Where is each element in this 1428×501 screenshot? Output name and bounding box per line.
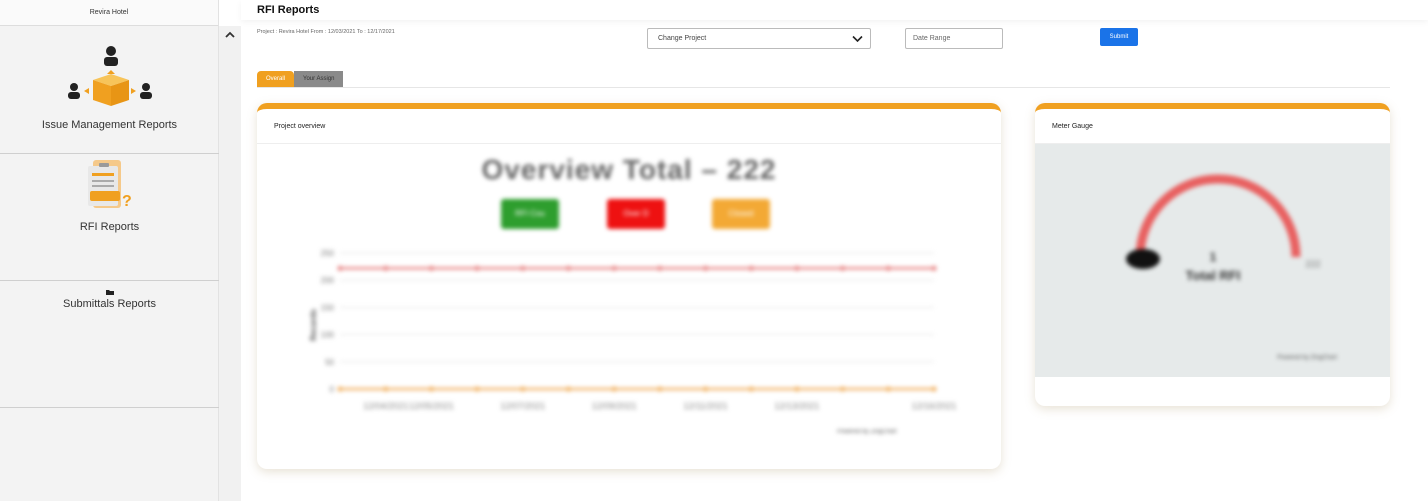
change-project-select[interactable]: Change Project — [647, 28, 871, 49]
y-tick-label: 50 — [325, 358, 334, 367]
tab-bar: Overall Your Assign — [257, 71, 344, 88]
series-point — [337, 386, 343, 392]
x-tick-label: 12/05/2021 — [409, 401, 454, 411]
series-point — [748, 265, 754, 271]
rfi-reports-icon: ? — [87, 160, 132, 210]
series-point — [885, 265, 891, 271]
powered-by-label: Powered by ZingChart — [1277, 355, 1337, 361]
series-point — [840, 265, 846, 271]
overview-total-heading: Overview Total – 222 — [481, 154, 777, 185]
tab-divider — [257, 87, 1390, 88]
hotel-name: Revira Hotel — [0, 0, 218, 26]
sidebar: Revira Hotel Issue Management Reports ? … — [0, 0, 219, 501]
series-point — [840, 386, 846, 392]
series-point — [885, 386, 891, 392]
series-point — [611, 265, 617, 271]
sidebar-item-issue-management[interactable]: Issue Management Reports — [0, 27, 219, 154]
sidebar-item-label: Issue Management Reports — [41, 119, 178, 131]
series-point — [794, 386, 800, 392]
series-point — [931, 265, 937, 271]
series-point — [794, 265, 800, 271]
gauge-label: Total RFI — [1186, 268, 1241, 283]
sidebar-item-label: Submittals Reports — [63, 298, 156, 310]
tab-your-assign[interactable]: Your Assign — [294, 71, 344, 88]
y-tick-label: 200 — [321, 276, 335, 285]
series-point — [565, 386, 572, 392]
project-info: Project : Revira Hotel From : 12/03/2021… — [257, 29, 395, 35]
select-value: Change Project — [658, 35, 707, 42]
project-overview-card: Project overview Overview Total – 222 RF… — [257, 103, 1001, 469]
submit-button[interactable]: Submit — [1100, 28, 1138, 46]
folder-icon — [105, 290, 114, 295]
sidebar-item-rfi-reports[interactable]: ? RFI Reports — [0, 154, 219, 281]
x-tick-label: 12/07/2021 — [500, 401, 545, 411]
gauge-value: 1 — [1210, 250, 1217, 264]
svg-text:?: ? — [122, 193, 132, 210]
issue-management-icon — [67, 46, 152, 106]
series-point — [748, 386, 754, 392]
chevron-up-icon[interactable] — [219, 27, 241, 45]
x-tick-label: 12/04/2021 — [363, 401, 408, 411]
meter-gauge-card: Meter Gauge 1 Total RFI 222 Powered by Z… — [1035, 103, 1390, 406]
series-point — [474, 386, 480, 392]
card-title: Project overview — [257, 109, 1001, 144]
series-point — [931, 386, 937, 392]
series-point — [428, 386, 434, 392]
date-range-input[interactable] — [905, 28, 1003, 49]
rfi-count-chip[interactable]: RFI Cou — [501, 199, 559, 229]
y-tick-label: 150 — [321, 303, 335, 312]
series-point — [565, 265, 572, 271]
series-point — [520, 386, 526, 392]
series-point — [702, 386, 709, 392]
sidebar-scrollbar[interactable] — [219, 26, 241, 501]
series-point — [337, 265, 343, 271]
gauge-area: 1 Total RFI 222 Powered by ZingChart — [1035, 144, 1390, 377]
series-point — [657, 386, 663, 392]
series-point — [428, 265, 434, 271]
series-point — [611, 386, 617, 392]
series-point — [474, 265, 480, 271]
x-tick-label: 12/11/2021 — [683, 401, 727, 411]
series-point — [702, 265, 709, 271]
x-tick-label: 12/09/2021 — [592, 401, 637, 411]
tab-overall[interactable]: Overall — [257, 71, 295, 88]
sidebar-item-submittals-reports[interactable]: Submittals Reports — [0, 281, 219, 408]
gauge-needle — [1126, 249, 1160, 269]
chevron-down-icon — [852, 29, 863, 50]
x-tick-label: 12/13/2021 — [774, 401, 819, 411]
series-point — [657, 265, 663, 271]
y-tick-label: 0 — [330, 385, 335, 394]
series-point — [383, 265, 389, 271]
powered-by-label: Powered by ZingChart — [837, 429, 897, 435]
series-point — [383, 386, 389, 392]
y-axis-label: Records — [309, 308, 318, 341]
y-tick-label: 100 — [321, 331, 335, 340]
page-title: RFI Reports — [257, 4, 320, 16]
series-point — [520, 265, 526, 271]
card-title: Meter Gauge — [1035, 109, 1390, 144]
closed-chip[interactable]: Closed — [712, 199, 770, 229]
y-tick-label: 250 — [321, 249, 335, 258]
overdue-chip[interactable]: Over D — [607, 199, 665, 229]
overview-line-chart: 250 200 150 100 50 0 12/04/2021 12/05/2021 12/0… — [309, 249, 957, 411]
meter-gauge: 1 Total RFI 222 Powered by ZingChart — [1126, 174, 1337, 361]
sidebar-item-label: RFI Reports — [79, 221, 140, 233]
gauge-max: 222 — [1305, 259, 1320, 269]
x-tick-label: 12/16/2021 — [911, 401, 956, 411]
